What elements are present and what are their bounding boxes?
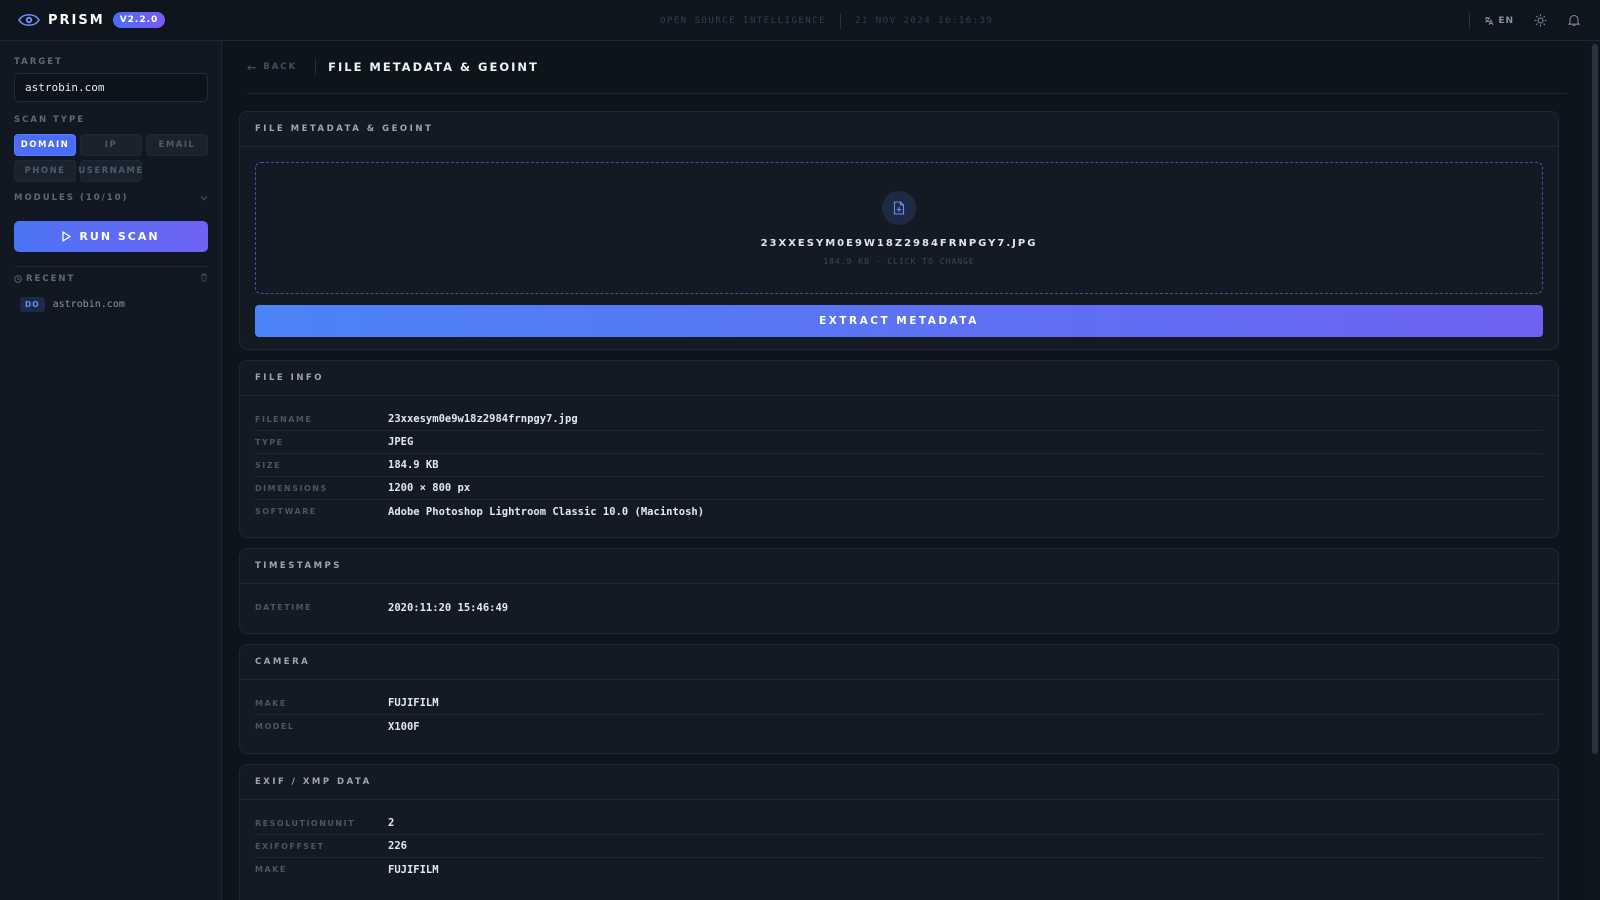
camera-list: MAKE FUJIFILM MODEL X100F bbox=[240, 680, 1558, 738]
top-bar: PRISM V2.2.0 Open Source Intelligence 21… bbox=[0, 0, 1600, 41]
kv-key: MAKE bbox=[255, 698, 287, 708]
back-arrow-icon: ← bbox=[247, 60, 259, 74]
kv-key: SIZE bbox=[255, 460, 282, 470]
sun-icon[interactable] bbox=[1532, 13, 1548, 29]
header-subtitle: Open Source Intelligence bbox=[660, 15, 827, 26]
sidebar-divider bbox=[14, 266, 208, 267]
translate-icon bbox=[1485, 16, 1494, 25]
clock-icon bbox=[14, 274, 22, 283]
kv-row: DIMENSIONS 1200 × 800 px bbox=[255, 477, 1543, 500]
kv-row: TYPE JPEG bbox=[255, 431, 1543, 454]
camera-title: CAMERA bbox=[240, 645, 1558, 680]
file-plus-icon bbox=[882, 190, 916, 225]
header-status: Open Source Intelligence 21 Nov 2024 16:… bbox=[660, 0, 993, 41]
file-dropzone[interactable]: 23xxesym0e9w18z2984frnpgy7.jpg 184.9 KB … bbox=[255, 162, 1543, 294]
recent-item-label: astrobin.com bbox=[52, 299, 125, 310]
chevron-down-icon bbox=[200, 191, 208, 204]
modules-toggle[interactable]: MODULES (10/10) bbox=[14, 191, 208, 204]
kv-row: SOFTWARE Adobe Photoshop Lightroom Classi… bbox=[255, 500, 1543, 523]
main-scrollbar-thumb[interactable] bbox=[1592, 44, 1598, 754]
kv-value: 226 bbox=[388, 840, 407, 852]
brand[interactable]: PRISM V2.2.0 bbox=[18, 9, 166, 31]
kv-value: 2 bbox=[388, 817, 395, 829]
selected-file-name: 23xxesym0e9w18z2984frnpgy7.jpg bbox=[760, 237, 1038, 249]
scan-type-email[interactable]: EMAIL bbox=[146, 134, 208, 156]
kv-value: 184.9 KB bbox=[388, 459, 439, 471]
kv-value: FUJIFILM bbox=[388, 697, 439, 709]
run-scan-button[interactable]: RUN SCAN bbox=[14, 221, 208, 252]
header-divider-right bbox=[1469, 12, 1471, 29]
kv-key: RESOLUTIONUNIT bbox=[255, 818, 356, 828]
upload-card-title: FILE METADATA & GEOINT bbox=[240, 112, 1558, 147]
page-title: FILE METADATA & GEOINT bbox=[328, 60, 539, 74]
extract-metadata-button[interactable]: EXTRACT METADATA bbox=[255, 305, 1543, 337]
camera-card: CAMERA MAKE FUJIFILM MODEL X100F bbox=[239, 644, 1559, 754]
play-icon bbox=[62, 231, 72, 242]
selected-file-info: 184.9 KB · Click to change bbox=[823, 256, 975, 266]
recent-label: RECENT bbox=[26, 273, 76, 284]
back-label: BACK bbox=[263, 62, 298, 72]
kv-value: FUJIFILM bbox=[388, 863, 439, 876]
breadcrumb: ← BACK FILE METADATA & GEOINT bbox=[247, 41, 1567, 94]
recent-header: RECENT bbox=[14, 272, 208, 285]
timestamps-title: TIMESTAMPS bbox=[240, 549, 1558, 584]
language-label: EN bbox=[1498, 15, 1514, 26]
modules-label: MODULES (10/10) bbox=[14, 192, 129, 203]
kv-value: 2020:11:20 15:46:49 bbox=[388, 601, 509, 614]
breadcrumb-divider bbox=[315, 59, 317, 75]
kv-value: Adobe Photoshop Lightroom Classic 10.0 (… bbox=[388, 505, 705, 518]
kv-key: MAKE bbox=[255, 865, 287, 874]
main-content: ← BACK FILE METADATA & GEOINT FILE METAD… bbox=[223, 41, 1600, 900]
scan-type-ip[interactable]: IP bbox=[80, 134, 142, 156]
kv-row: SIZE 184.9 KB bbox=[255, 454, 1543, 477]
kv-key: MODEL bbox=[255, 722, 295, 731]
kv-row: RESOLUTIONUNIT 2 bbox=[255, 812, 1543, 835]
header-divider bbox=[840, 12, 842, 29]
kv-value: 1200 × 800 px bbox=[388, 482, 471, 494]
kv-value: 23xxesym0e9w18z2984frnpgy7.jpg bbox=[388, 413, 578, 425]
file-info-card: FILE INFO FILENAME 23xxesym0e9w18z2984frn… bbox=[239, 360, 1559, 538]
recent-item[interactable]: DO astrobin.com bbox=[20, 297, 125, 312]
app-name: PRISM bbox=[48, 12, 105, 28]
exif-card: EXIF / XMP DATA RESOLUTIONUNIT 2 EXIFOFFS… bbox=[239, 764, 1559, 900]
kv-row: MODEL X100F bbox=[255, 715, 1543, 738]
kv-key: SOFTWARE bbox=[255, 507, 317, 516]
kv-key: DIMENSIONS bbox=[255, 483, 328, 493]
kv-key: DATETIME bbox=[255, 603, 312, 612]
header-clock: 21 Nov 2024 16:16:39 bbox=[855, 15, 994, 26]
eye-logo-icon bbox=[18, 9, 40, 31]
version-badge: V2.2.0 bbox=[112, 12, 166, 28]
scan-type-phone[interactable]: PHONE bbox=[14, 160, 76, 182]
file-info-list: FILENAME 23xxesym0e9w18z2984frnpgy7.jpg T… bbox=[240, 396, 1558, 523]
timestamps-card: TIMESTAMPS DATETIME 2020:11:20 15:46:49 bbox=[239, 548, 1559, 634]
bell-icon[interactable] bbox=[1566, 13, 1582, 29]
kv-row: MAKE FUJIFILM bbox=[255, 858, 1543, 881]
scan-type-label: SCAN TYPE bbox=[14, 115, 86, 125]
upload-card: FILE METADATA & GEOINT 23xxesym0e9w18z29… bbox=[239, 111, 1559, 350]
recent-item-tag: DO bbox=[20, 297, 45, 312]
scan-type-username[interactable]: USERNAME bbox=[78, 160, 142, 182]
exif-title: EXIF / XMP DATA bbox=[240, 765, 1558, 800]
kv-key: FILENAME bbox=[255, 414, 313, 424]
kv-row: MAKE FUJIFILM bbox=[255, 692, 1543, 715]
language-button[interactable]: EN bbox=[1484, 16, 1514, 26]
file-info-title: FILE INFO bbox=[240, 361, 1558, 396]
trash-icon[interactable] bbox=[200, 272, 208, 285]
timestamps-list: DATETIME 2020:11:20 15:46:49 bbox=[240, 584, 1558, 619]
run-scan-label: RUN SCAN bbox=[79, 230, 160, 243]
target-label: TARGET bbox=[14, 57, 63, 67]
target-input[interactable] bbox=[14, 73, 208, 102]
kv-value: X100F bbox=[388, 720, 420, 733]
kv-key: TYPE bbox=[255, 437, 284, 447]
exif-list: RESOLUTIONUNIT 2 EXIFOFFSET 226 MAKE FUJIFI… bbox=[240, 800, 1558, 881]
kv-key: EXIFOFFSET bbox=[255, 841, 325, 851]
kv-row: FILENAME 23xxesym0e9w18z2984frnpgy7.jpg bbox=[255, 408, 1543, 431]
header-actions: EN bbox=[1469, 0, 1582, 41]
kv-row: DATETIME 2020:11:20 15:46:49 bbox=[255, 596, 1543, 619]
kv-value: JPEG bbox=[388, 436, 414, 448]
back-button[interactable]: ← BACK bbox=[247, 61, 297, 74]
scan-type-domain[interactable]: DOMAIN bbox=[14, 134, 76, 156]
kv-row: EXIFOFFSET 226 bbox=[255, 835, 1543, 858]
sidebar: TARGET SCAN TYPE DOMAIN IP EMAIL PHONE U… bbox=[0, 41, 222, 900]
